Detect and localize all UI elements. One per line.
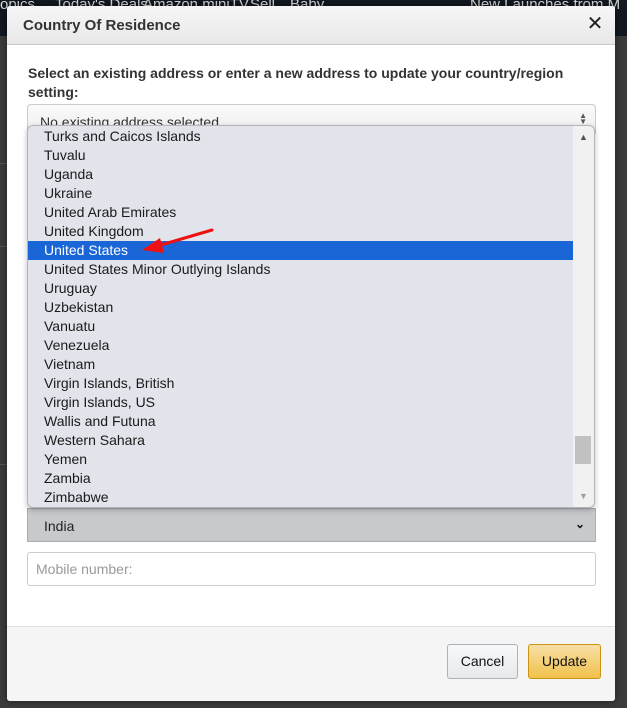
country-option[interactable]: United Kingdom — [28, 222, 574, 241]
chevron-down-icon: ⌄ — [574, 517, 585, 531]
scroll-up-icon[interactable]: ▲ — [573, 129, 594, 145]
arrow-head — [142, 238, 164, 253]
country-option[interactable]: Zambia — [28, 469, 574, 488]
country-option[interactable]: Venezuela — [28, 336, 574, 355]
close-button[interactable]: ✕ — [585, 14, 605, 34]
country-option-selected[interactable]: United States — [28, 241, 574, 260]
country-option[interactable]: Virgin Islands, British — [28, 374, 574, 393]
country-select[interactable]: India ⌄ — [27, 508, 596, 542]
country-option[interactable]: Turks and Caicos Islands — [28, 127, 574, 146]
instructions-text: Select an existing address or enter a ne… — [28, 65, 564, 100]
dropdown-scrollbar[interactable]: ▲ ▼ — [573, 126, 594, 507]
close-icon: ✕ — [586, 13, 604, 35]
country-dropdown-list[interactable]: Turks and Caicos Islands Tuvalu Uganda Ukra… — [27, 125, 595, 508]
country-option[interactable]: Vanuatu — [28, 317, 574, 336]
modal-title: Country Of Residence — [23, 17, 181, 34]
cancel-button[interactable]: Cancel — [447, 644, 518, 679]
updown-arrows-icon: ▲ ▼ — [579, 111, 587, 126]
country-option[interactable]: Virgin Islands, US — [28, 393, 574, 412]
modal-footer: Cancel Update — [7, 626, 615, 701]
scroll-down-icon[interactable]: ▼ — [573, 488, 594, 504]
country-option[interactable]: United Arab Emirates — [28, 203, 574, 222]
country-option[interactable]: United States Minor Outlying Islands — [28, 260, 574, 279]
country-options: Turks and Caicos Islands Tuvalu Uganda Ukra… — [28, 127, 574, 507]
country-option[interactable]: Yemen — [28, 450, 574, 469]
country-option[interactable]: Tuvalu — [28, 146, 574, 165]
country-option[interactable]: Ukraine — [28, 184, 574, 203]
country-option[interactable]: Uzbekistan — [28, 298, 574, 317]
mobile-number-input[interactable] — [27, 552, 596, 586]
red-arrow-annotation — [142, 228, 214, 253]
country-option[interactable]: Uruguay — [28, 279, 574, 298]
country-select-value: India — [44, 518, 75, 534]
arrow-shaft — [152, 228, 214, 249]
scrollbar-thumb[interactable] — [575, 435, 591, 464]
modal-header: Country Of Residence ✕ — [7, 6, 615, 45]
country-option[interactable]: Uganda — [28, 165, 574, 184]
country-option[interactable]: Vietnam — [28, 355, 574, 374]
country-option[interactable]: Zimbabwe — [28, 488, 574, 507]
country-option[interactable]: Western Sahara — [28, 431, 574, 450]
country-option[interactable]: Wallis and Futuna — [28, 412, 574, 431]
update-button[interactable]: Update — [528, 644, 601, 679]
